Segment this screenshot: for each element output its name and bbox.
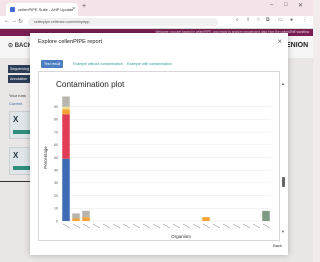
x-tick-label-mark [222, 223, 231, 229]
menu-icon[interactable]: ⋮ [302, 18, 307, 23]
x-tick-label-mark [122, 223, 131, 229]
x-tick-label-mark [232, 223, 241, 229]
zoom-icon[interactable]: ⌕ [236, 18, 241, 23]
bar-segment-gray [72, 213, 80, 219]
y-tick-label: 50 [54, 156, 58, 160]
bar-segment-gray [62, 96, 70, 107]
y-tick-label: 0 [56, 219, 58, 223]
x-tick-label-mark [132, 223, 141, 229]
reload-icon[interactable]: ↻ [18, 18, 23, 25]
window-close-icon[interactable]: ✕ [298, 2, 303, 9]
extensions-icon[interactable]: ⧉ [266, 18, 271, 23]
app-back-button[interactable]: ⊙ BACK [8, 42, 32, 49]
new-tab-icon[interactable]: + [82, 3, 86, 10]
brand-logo: ENION [286, 42, 309, 49]
favicon-icon [10, 7, 15, 12]
x-tick-label-mark [162, 223, 171, 229]
close-icon[interactable]: × [277, 37, 282, 46]
maximize-icon[interactable]: □ [284, 2, 288, 8]
bar-segment-orange [62, 109, 70, 115]
tab-test-result[interactable]: Test result [41, 60, 64, 68]
runs-current-link[interactable]: Current [9, 101, 22, 106]
y-tick-label: 30 [54, 181, 58, 185]
back-button[interactable]: Back [273, 243, 282, 248]
bar-segment-orange [72, 218, 80, 221]
x-axis-label: Organism [171, 234, 191, 239]
x-tick-label-mark [62, 223, 71, 229]
x-tick-label-mark [152, 223, 161, 229]
x-tick-label-mark [192, 223, 201, 229]
x-tick-label-mark [82, 223, 91, 229]
scroll-down-icon[interactable]: ▼ [281, 229, 285, 234]
run-card-icon: X [13, 115, 19, 124]
bookmark-star-icon[interactable]: ☆ [256, 18, 261, 23]
divider-line [0, 181, 32, 182]
browser-tab[interactable]: cellenPIPE Suite - AHP Update × [6, 3, 78, 16]
x-tick-label-mark [142, 223, 151, 229]
bar-segment-orange [82, 217, 90, 221]
run-card-icon: X [13, 151, 19, 160]
minimize-icon[interactable]: – [270, 2, 273, 8]
x-tick-label-mark [102, 223, 111, 229]
tab-close-icon[interactable]: × [72, 3, 75, 16]
back-arrow-icon[interactable]: ← [4, 18, 10, 24]
y-tick-label: 90 [54, 105, 58, 109]
x-tick-label-mark [252, 223, 261, 229]
bar-segment-green [262, 210, 270, 221]
x-tick-label-mark [262, 223, 271, 229]
x-tick-label-mark [92, 223, 101, 229]
x-tick-label-mark [202, 223, 211, 229]
sidebar-icon[interactable]: ▭ [278, 18, 283, 23]
modal-scrollbar[interactable]: ▲ ▼ [281, 81, 285, 241]
x-tick-label-mark [72, 223, 81, 229]
report-modal: Explore cellenPIPE report × Test result … [30, 33, 288, 255]
scroll-up-icon[interactable]: ▲ [281, 81, 285, 86]
profile-icon[interactable]: ● [290, 18, 295, 23]
address-bar: ← → ↻ cellenpipe.cellenion.com/shiny/app… [0, 16, 313, 29]
contamination-chart: 0 10 20 30 40 50 60 70 80 90 Percentage Organism [43, 96, 271, 239]
x-tick-label-mark [212, 223, 221, 229]
bar-segment-gray [82, 210, 90, 218]
bar-segment-orange [202, 217, 210, 221]
x-tick-label-mark [242, 223, 251, 229]
tab-example-without-contamination[interactable]: Example without contamination [70, 60, 126, 68]
x-tick-label-mark [182, 223, 191, 229]
x-tick-label-mark [112, 223, 121, 229]
y-tick-label: 10 [54, 207, 58, 211]
browser-tab-bar: cellenPIPE Suite - AHP Update × + – □ ✕ [0, 0, 313, 16]
tab-example-with-contamination[interactable]: Example with contamination [124, 60, 175, 68]
bar-segment-yellow [62, 106, 70, 110]
x-tick-label-mark [172, 223, 181, 229]
modal-title: Explore cellenPIPE report [38, 39, 103, 45]
y-tick-label: 80 [54, 118, 58, 122]
share-icon[interactable]: ⇪ [246, 18, 251, 23]
url-field[interactable]: cellenpipe.cellenion.com/shiny/app [28, 18, 218, 26]
y-tick-label: 60 [54, 143, 58, 147]
scroll-thumb[interactable] [282, 177, 285, 187]
browser-tab-title: cellenPIPE Suite - AHP Update [18, 7, 74, 12]
y-tick-label: 20 [54, 194, 58, 198]
bar-segment-blue [62, 158, 70, 221]
y-tick-label: 70 [54, 130, 58, 134]
runs-heading: Your runs [9, 93, 26, 98]
chart-panel: Contamination plot 0 10 20 30 40 50 60 70 80 90 Pe… [38, 71, 280, 241]
bar-segment-red [62, 114, 70, 159]
y-axis-label: Percentage [43, 146, 48, 169]
y-tick-label: 40 [54, 169, 58, 173]
forward-arrow-icon[interactable]: → [11, 18, 17, 24]
